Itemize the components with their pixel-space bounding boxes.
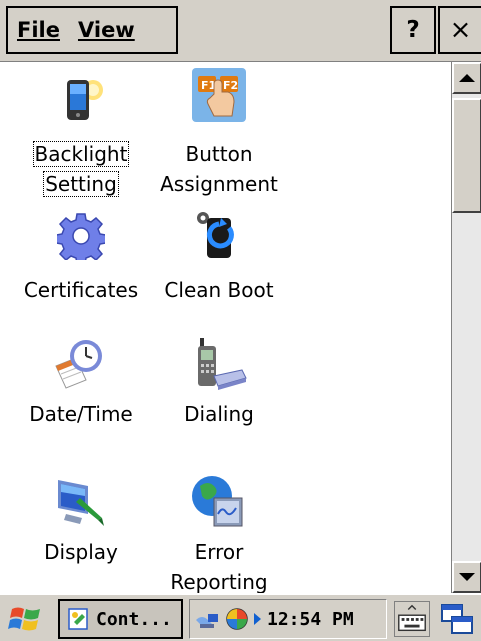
item-label: Certificates (23, 278, 139, 302)
date-time-icon (55, 340, 102, 389)
item-label: Backlight (32, 141, 130, 167)
svg-text:F2: F2 (223, 79, 238, 92)
dialing-icon (198, 338, 247, 390)
keyboard-icon[interactable] (394, 601, 430, 637)
notification-area: 12:54 PM (189, 599, 387, 639)
windows-flag-icon[interactable] (8, 603, 44, 635)
help-button[interactable]: ? (390, 6, 436, 54)
view-menu[interactable]: View (69, 18, 144, 42)
display-icon (58, 480, 104, 526)
scroll-down-button[interactable] (452, 561, 481, 593)
certificates-icon (57, 213, 105, 260)
clean-boot-icon (197, 212, 234, 258)
item-label: Clean Boot (164, 278, 274, 302)
item-label: Assignment (160, 172, 278, 196)
button-assignment-icon: F1 F2 (192, 68, 246, 122)
item-label: Dialing (184, 402, 254, 426)
item-date-time[interactable]: Date/Time (6, 336, 156, 456)
scroll-up-button[interactable] (452, 62, 481, 94)
vertical-scrollbar[interactable] (451, 62, 481, 593)
scroll-thumb[interactable] (452, 98, 481, 213)
network-icon[interactable] (194, 606, 220, 632)
switch-windows-icon[interactable] (440, 601, 476, 637)
control-panel-icon (68, 608, 88, 630)
item-error-reporting[interactable]: Error Reporting (144, 474, 294, 593)
item-label: Button (185, 142, 253, 166)
item-dialing[interactable]: Dialing (144, 336, 294, 456)
sync-icon[interactable] (224, 606, 250, 632)
clock[interactable]: 12:54 PM (267, 609, 354, 630)
task-button-control-panel[interactable]: Cont... (58, 599, 183, 639)
item-label: Date/Time (29, 402, 133, 426)
item-label: Display (44, 540, 118, 564)
error-reporting-icon (192, 476, 243, 527)
task-button-label: Cont... (96, 608, 172, 630)
expand-tray-icon[interactable] (254, 613, 261, 625)
item-display[interactable]: Display (6, 474, 156, 593)
item-label: Error (194, 540, 244, 564)
item-clean-boot[interactable]: Clean Boot (144, 210, 294, 320)
item-button-assignment[interactable]: F1 F2 Button Assignment (144, 62, 294, 212)
item-backlight-setting[interactable]: Backlight Setting (6, 62, 156, 212)
taskbar: Cont... 12:54 PM (0, 593, 481, 641)
arrow-down-icon (459, 573, 475, 581)
arrow-up-icon (459, 74, 475, 82)
backlight-icon (67, 80, 103, 120)
menu-group: File View (6, 6, 178, 54)
file-menu[interactable]: File (8, 18, 69, 42)
item-certificates[interactable]: Certificates (6, 210, 156, 320)
control-panel-view: Backlight Setting F1 F2 Button Assignmen… (0, 62, 451, 593)
item-label: Reporting (170, 570, 268, 593)
menu-bar: File View ? × (0, 0, 481, 62)
close-button[interactable]: × (438, 6, 481, 54)
item-label: Setting (43, 171, 119, 197)
